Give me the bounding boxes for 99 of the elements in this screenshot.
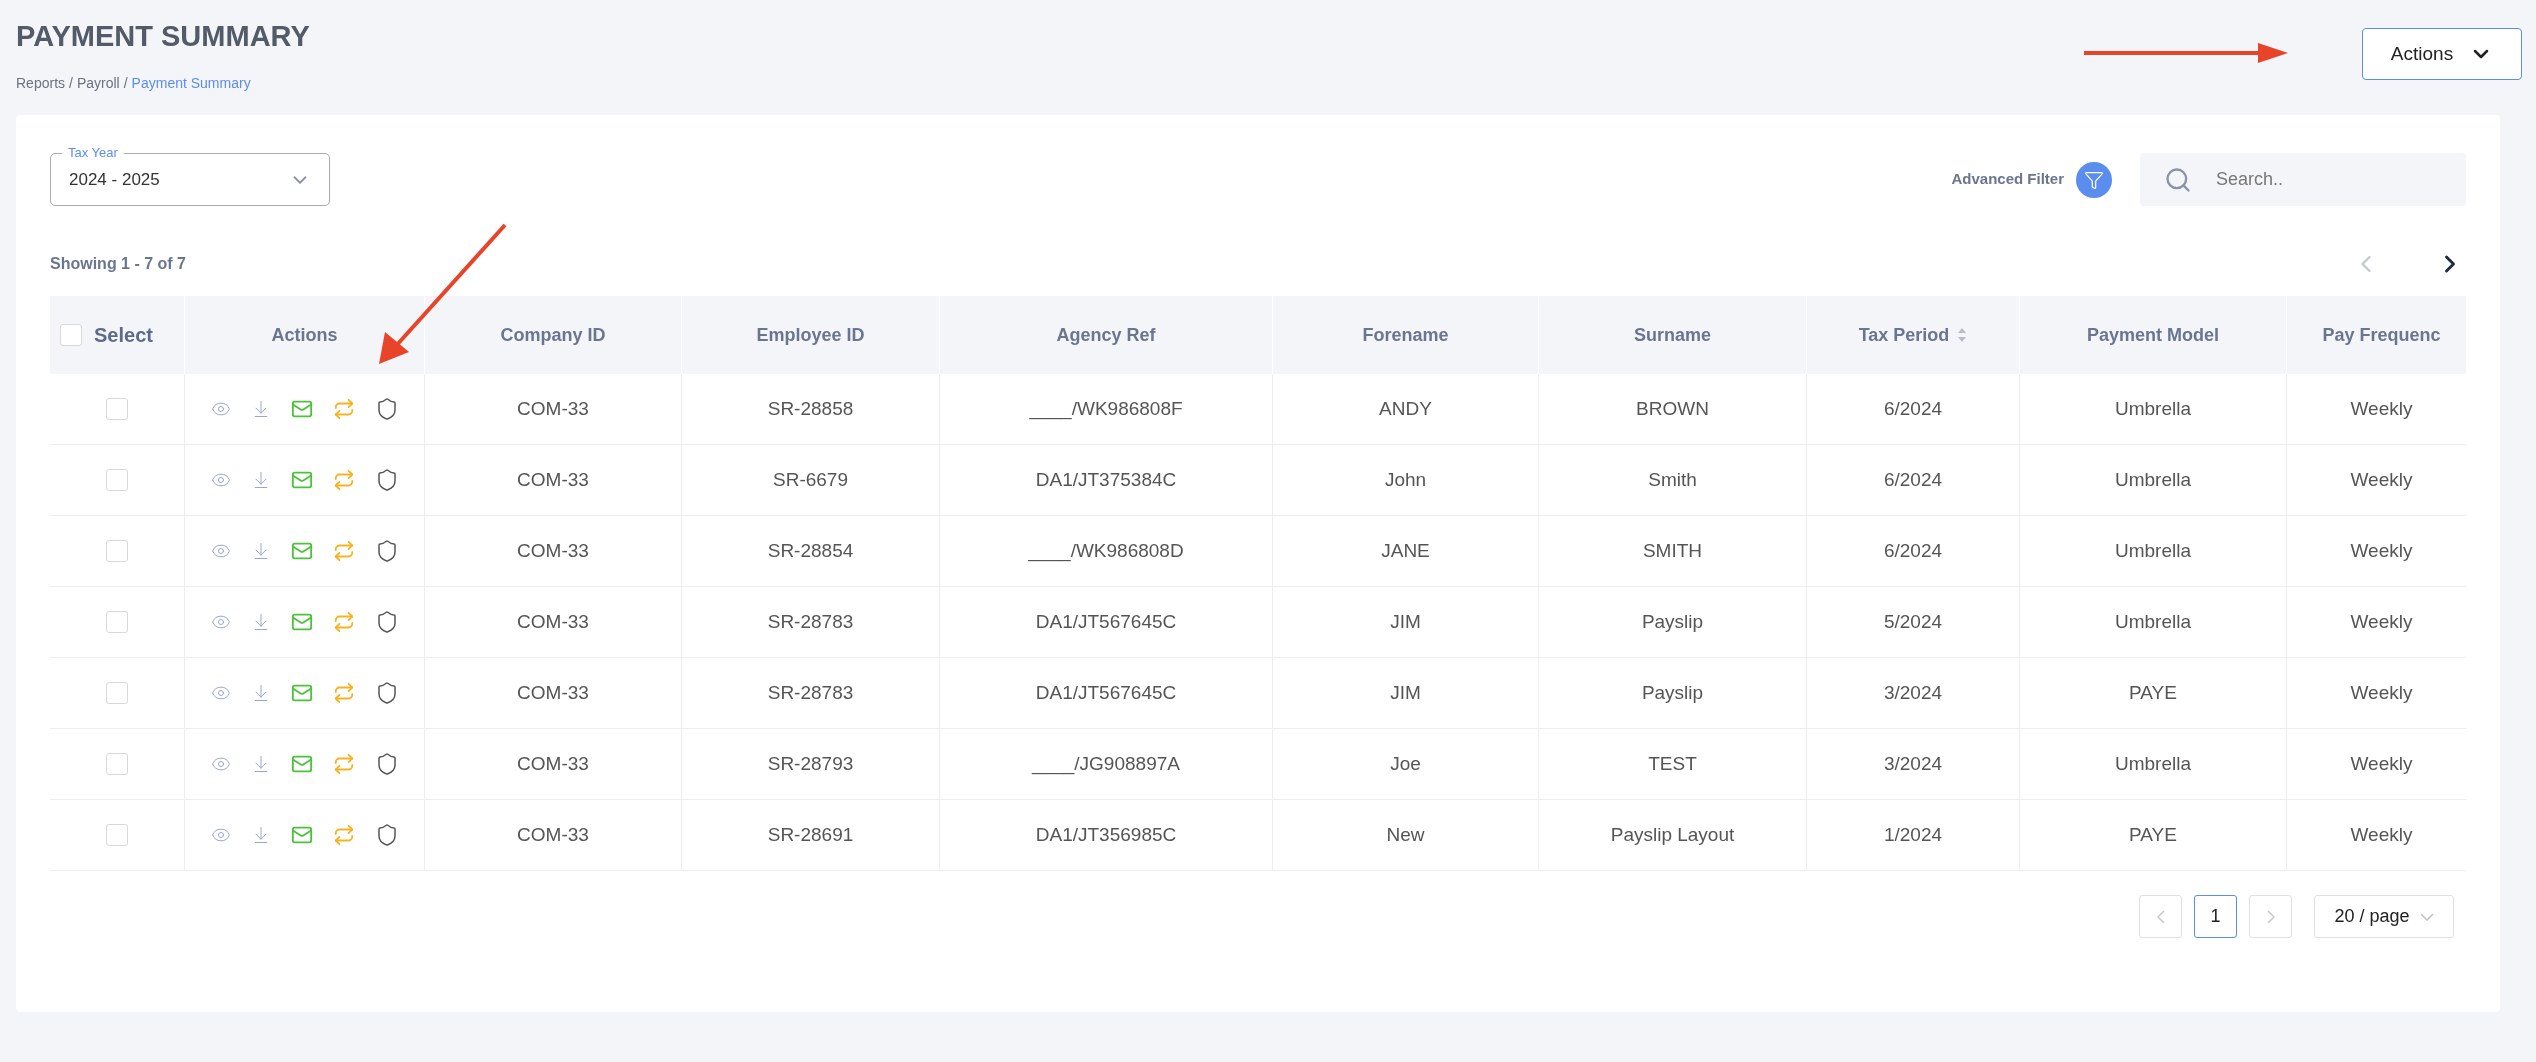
table-cell: COM-33 bbox=[425, 516, 682, 586]
search-input[interactable]: Search.. bbox=[2216, 166, 2436, 193]
table-cell: DA1/JT567645C bbox=[940, 587, 1273, 657]
table-cell: Weekly bbox=[2287, 374, 2466, 444]
table-cell: COM-33 bbox=[425, 658, 682, 728]
checkbox[interactable] bbox=[106, 824, 128, 846]
repeat-icon[interactable] bbox=[332, 540, 355, 562]
table-cell: ____/JG908897A bbox=[940, 729, 1273, 799]
table-cell: Payslip bbox=[1539, 587, 1807, 657]
table-cell: Weekly bbox=[2287, 658, 2466, 728]
checkbox[interactable] bbox=[106, 540, 128, 562]
repeat-icon[interactable] bbox=[332, 398, 355, 420]
table-cell: Weekly bbox=[2287, 729, 2466, 799]
table-cell: Smith bbox=[1539, 445, 1807, 515]
table-cell: SR-28783 bbox=[682, 658, 940, 728]
repeat-icon[interactable] bbox=[332, 824, 355, 846]
table-cell: Payslip Layout bbox=[1539, 800, 1807, 870]
table-cell: COM-33 bbox=[425, 374, 682, 444]
select-value: 2024 - 2025 bbox=[69, 168, 160, 191]
table-cell: JIM bbox=[1273, 587, 1539, 657]
table-cell: SR-28858 bbox=[682, 374, 940, 444]
actions-button[interactable]: Actions bbox=[2362, 28, 2522, 80]
page-button[interactable]: 1 bbox=[2194, 895, 2237, 938]
table-cell: COM-33 bbox=[425, 587, 682, 657]
table-cell: COM-33 bbox=[425, 445, 682, 515]
table-cell: 5/2024 bbox=[1807, 587, 2020, 657]
mail-icon[interactable] bbox=[290, 469, 313, 491]
mail-icon[interactable] bbox=[290, 682, 313, 704]
table-cell: COM-33 bbox=[425, 800, 682, 870]
table-cell: JANE bbox=[1273, 516, 1539, 586]
breadcrumb-link[interactable]: Payroll bbox=[76, 73, 120, 94]
page-title: PAYMENT SUMMARY bbox=[16, 22, 310, 51]
repeat-icon[interactable] bbox=[332, 753, 355, 775]
mail-icon[interactable] bbox=[290, 540, 313, 562]
table-cell: 6/2024 bbox=[1807, 445, 2020, 515]
repeat-icon[interactable] bbox=[332, 469, 355, 491]
field-label: Tax Year bbox=[62, 146, 124, 159]
repeat-icon[interactable] bbox=[332, 682, 355, 704]
search-field[interactable]: Search.. bbox=[2140, 153, 2466, 206]
table-cell: Weekly bbox=[2287, 445, 2466, 515]
table-cell: Umbrella bbox=[2020, 729, 2287, 799]
table-cell: SR-6679 bbox=[682, 445, 940, 515]
table-cell: 3/2024 bbox=[1807, 729, 2020, 799]
checkbox[interactable] bbox=[106, 398, 128, 420]
table-cell: SR-28691 bbox=[682, 800, 940, 870]
table-cell: BROWN bbox=[1539, 374, 1807, 444]
table-cell: DA1/JT567645C bbox=[940, 658, 1273, 728]
table-cell: Umbrella bbox=[2020, 516, 2287, 586]
table-cell: John bbox=[1273, 445, 1539, 515]
results-count: Showing 1 - 7 of 7 bbox=[50, 254, 186, 274]
checkbox[interactable] bbox=[106, 611, 128, 633]
table-cell: SR-28783 bbox=[682, 587, 940, 657]
chevron-down-icon bbox=[2419, 912, 2434, 921]
table-cell: Umbrella bbox=[2020, 374, 2287, 444]
select-all-label: Select bbox=[94, 323, 153, 348]
table-cell: PAYE bbox=[2020, 658, 2287, 728]
sort-icon[interactable] bbox=[1957, 327, 1968, 343]
filter-icon[interactable] bbox=[2076, 161, 2112, 198]
table-cell: 6/2024 bbox=[1807, 516, 2020, 586]
table-cell: 3/2024 bbox=[1807, 658, 2020, 728]
chevron-right-icon bbox=[2266, 909, 2275, 924]
table-cell: TEST bbox=[1539, 729, 1807, 799]
checkbox[interactable] bbox=[60, 324, 82, 346]
mail-icon[interactable] bbox=[290, 398, 313, 420]
chevron-left-icon bbox=[2156, 909, 2165, 924]
table-cell: COM-33 bbox=[425, 729, 682, 799]
checkbox[interactable] bbox=[106, 682, 128, 704]
search-icon bbox=[2164, 165, 2192, 194]
table-cell: Umbrella bbox=[2020, 587, 2287, 657]
table-cell: 1/2024 bbox=[1807, 800, 2020, 870]
table-cell: PAYE bbox=[2020, 800, 2287, 870]
table-cell: SMITH bbox=[1539, 516, 1807, 586]
repeat-icon[interactable] bbox=[332, 611, 355, 633]
table-cell: 6/2024 bbox=[1807, 374, 2020, 444]
checkbox[interactable] bbox=[106, 753, 128, 775]
table-cell: Umbrella bbox=[2020, 445, 2287, 515]
table-cell: ____/WK986808F bbox=[940, 374, 1273, 444]
breadcrumb-separator: / bbox=[123, 74, 128, 93]
mail-icon[interactable] bbox=[290, 611, 313, 633]
table-cell: DA1/JT375384C bbox=[940, 445, 1273, 515]
table-cell: Weekly bbox=[2287, 516, 2466, 586]
table-cell: ANDY bbox=[1273, 374, 1539, 444]
mail-icon[interactable] bbox=[290, 824, 313, 846]
table-cell: New bbox=[1273, 800, 1539, 870]
table-cell: Weekly bbox=[2287, 800, 2466, 870]
table-cell: Payslip bbox=[1539, 658, 1807, 728]
checkbox[interactable] bbox=[106, 469, 128, 491]
table-cell: SR-28793 bbox=[682, 729, 940, 799]
table-cell: JIM bbox=[1273, 658, 1539, 728]
breadcrumb-separator: / bbox=[69, 74, 73, 93]
table-cell: ____/WK986808D bbox=[940, 516, 1273, 586]
mail-icon[interactable] bbox=[290, 753, 313, 775]
table-cell: SR-28854 bbox=[682, 516, 940, 586]
table-cell: DA1/JT356985C bbox=[940, 800, 1273, 870]
page-size-select[interactable]: 20 / page bbox=[2314, 895, 2454, 938]
breadcrumb-link[interactable]: Reports bbox=[16, 73, 66, 94]
table-cell: Joe bbox=[1273, 729, 1539, 799]
table-cell: Weekly bbox=[2287, 587, 2466, 657]
advanced-filter-label: Advanced Filter bbox=[1951, 169, 2064, 190]
